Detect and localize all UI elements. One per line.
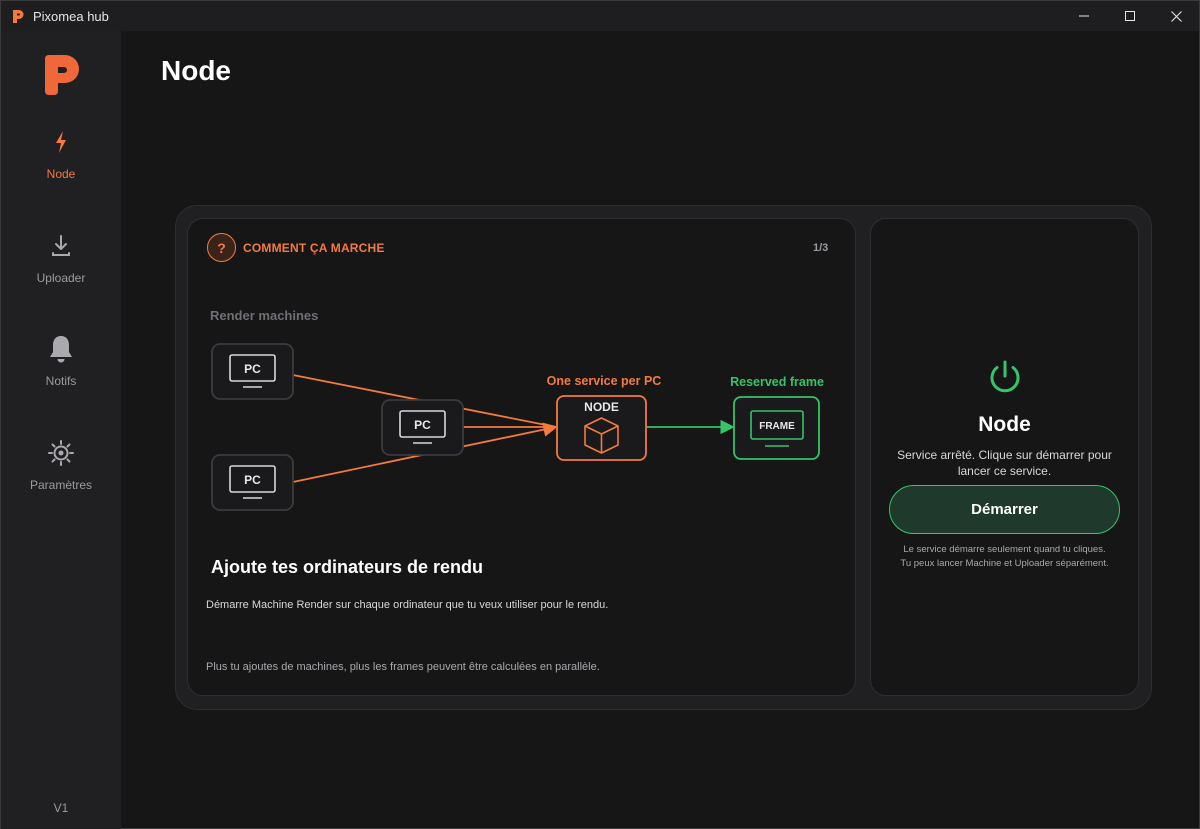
sidebar-item-label: Uploader [36, 271, 86, 285]
app-window: Pixomea hub Node Uploader Notifs Paramèt… [0, 0, 1200, 829]
start-button[interactable]: Démarrer [889, 485, 1120, 534]
bell-icon [1, 334, 121, 364]
close-button[interactable] [1153, 1, 1199, 31]
gear-icon [1, 438, 121, 468]
pc-node: PC [211, 454, 294, 511]
pc-node: PC [381, 399, 464, 456]
help-icon: ? [207, 233, 236, 262]
sidebar-item-node[interactable]: Node [1, 127, 121, 181]
diagram-group-label: Render machines [210, 308, 318, 323]
step-note: Plus tu ajoutes de machines, plus les fr… [206, 661, 600, 673]
step-description: Démarre Machine Render sur chaque ordina… [206, 599, 609, 611]
maximize-button[interactable] [1107, 1, 1153, 31]
pc-label: PC [414, 418, 431, 432]
service-hint-line: Le service démarre seulement quand tu cl… [903, 544, 1106, 555]
node-label: NODE [584, 400, 619, 414]
howto-title: COMMENT ÇA MARCHE [243, 241, 385, 255]
sidebar-item-label: Notifs [45, 374, 77, 388]
page-title: Node [161, 55, 231, 86]
node-service-box: NODE [556, 395, 647, 461]
step-counter: 1/3 [813, 242, 829, 254]
frame-label: FRAME [759, 421, 795, 432]
version-label: V1 [53, 801, 69, 815]
pc-node: PC [211, 343, 294, 400]
step-heading: Ajoute tes ordinateurs de rendu [211, 557, 484, 577]
window-title: Pixomea hub [33, 8, 109, 24]
sidebar-item-parametres[interactable]: Paramètres [1, 438, 121, 492]
frame-title: Reserved frame [730, 375, 824, 389]
download-icon [1, 231, 121, 261]
frame-box: FRAME [733, 396, 820, 460]
sidebar-item-uploader[interactable]: Uploader [1, 231, 121, 285]
render-diagram: Render machines PC PC PC One service per… [210, 308, 824, 511]
service-hint-line: Tu peux lancer Machine et Uploader sépar… [900, 558, 1109, 569]
title-bar: Pixomea hub [1, 1, 1199, 31]
lightning-icon [1, 127, 121, 157]
app-logo-icon [9, 7, 27, 25]
service-label: One service per PC [547, 374, 662, 388]
window-controls [1061, 1, 1199, 31]
pc-label: PC [244, 473, 261, 487]
power-icon [986, 358, 1024, 396]
service-hint: Le service démarre seulement quand tu cl… [880, 543, 1129, 571]
pc-label: PC [244, 362, 261, 376]
service-title: Node [978, 413, 1031, 436]
minimize-button[interactable] [1061, 1, 1107, 31]
sidebar: Node Uploader Notifs Paramètres V1 [1, 31, 121, 829]
sidebar-item-label: Node [46, 167, 76, 181]
sidebar-item-label: Paramètres [29, 478, 93, 492]
service-status: Service arrêté. Clique sur démarrer pour… [897, 448, 1112, 478]
brand-logo-icon [41, 53, 83, 97]
sidebar-item-notifs[interactable]: Notifs [1, 334, 121, 388]
